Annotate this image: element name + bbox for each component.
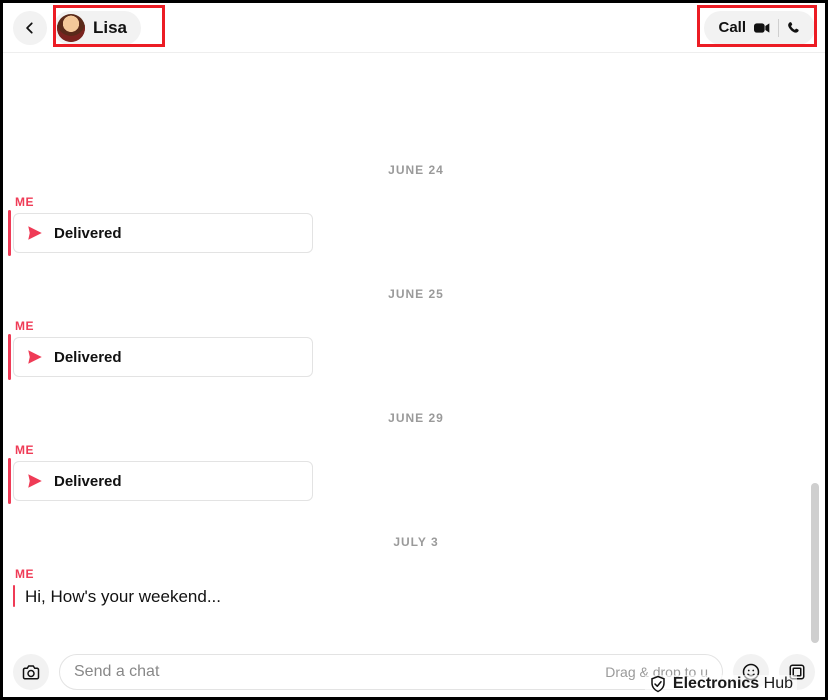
snap-sent-icon — [26, 224, 44, 242]
chat-header: Lisa Call — [3, 3, 825, 53]
message-snap[interactable]: Delivered — [13, 337, 313, 377]
message-text[interactable]: Hi, How's your weekend... — [13, 585, 819, 607]
chat-input-placeholder: Send a chat — [74, 663, 159, 681]
back-button[interactable] — [13, 11, 47, 45]
message-text-content: Hi, How's your weekend... — [21, 585, 221, 607]
chat-scroll-area[interactable]: JUNE 24 ME Delivered JUNE 25 ME Delivere… — [3, 53, 825, 647]
contact-pill[interactable]: Lisa — [53, 11, 141, 45]
date-separator: JUNE 24 — [13, 163, 819, 177]
camera-icon — [22, 664, 40, 680]
sender-label: ME — [15, 319, 819, 333]
emoji-button[interactable] — [733, 654, 769, 690]
chevron-left-icon — [23, 21, 37, 35]
message-snap[interactable]: Delivered — [13, 213, 313, 253]
chat-input[interactable]: Send a chat Drag & drop to u — [59, 654, 723, 690]
camera-button[interactable] — [13, 654, 49, 690]
call-pill[interactable]: Call — [704, 11, 815, 45]
composer-bar: Send a chat Drag & drop to u — [3, 647, 825, 697]
message-status: Delivered — [54, 349, 122, 366]
phone-call-icon[interactable] — [787, 21, 801, 35]
date-separator: JUNE 25 — [13, 287, 819, 301]
sender-label: ME — [15, 443, 819, 457]
message-snap[interactable]: Delivered — [13, 461, 313, 501]
snap-sent-icon — [26, 348, 44, 366]
snap-sent-icon — [26, 472, 44, 490]
avatar — [57, 14, 85, 42]
scrollbar-thumb[interactable] — [811, 483, 819, 643]
date-separator: JUNE 29 — [13, 411, 819, 425]
sender-label: ME — [15, 195, 819, 209]
gallery-icon — [788, 663, 806, 681]
gallery-button[interactable] — [779, 654, 815, 690]
message-status: Delivered — [54, 473, 122, 490]
smiley-icon — [742, 663, 760, 681]
sender-label: ME — [15, 567, 819, 581]
divider — [778, 19, 779, 37]
drop-hint: Drag & drop to u — [605, 664, 708, 680]
contact-name: Lisa — [93, 18, 127, 38]
message-status: Delivered — [54, 225, 122, 242]
call-label: Call — [718, 19, 746, 36]
video-call-icon[interactable] — [754, 22, 770, 34]
date-separator: JULY 3 — [13, 535, 819, 549]
